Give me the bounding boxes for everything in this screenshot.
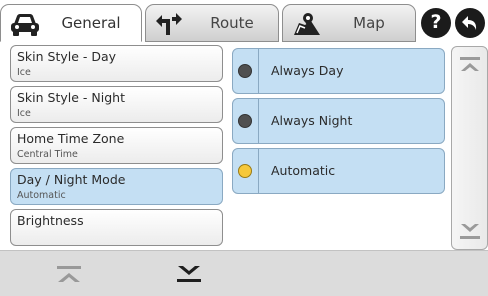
back-arrow-icon — [462, 16, 477, 30]
setting-skin-style-day[interactable]: Skin Style - Day Ice — [10, 45, 223, 82]
option-always-night[interactable]: Always Night — [232, 98, 445, 144]
radio-on-icon — [238, 164, 252, 178]
scroll-column — [451, 46, 488, 250]
setting-value: Automatic — [17, 190, 66, 201]
back-button[interactable] — [455, 8, 485, 38]
setting-skin-style-night[interactable]: Skin Style - Night Ice — [10, 86, 223, 123]
option-automatic[interactable]: Automatic — [232, 148, 445, 194]
page-bottom-icon[interactable] — [174, 263, 204, 285]
radio-cell — [233, 149, 259, 193]
tab-route-label: Route — [210, 14, 254, 32]
tab-general-label: General — [61, 14, 121, 32]
page-top-icon[interactable] — [54, 263, 84, 285]
tab-route[interactable]: Route — [145, 4, 279, 42]
setting-brightness[interactable]: Brightness — [10, 209, 223, 246]
setting-day-night-mode[interactable]: Day / Night Mode Automatic — [10, 168, 223, 205]
car-icon — [9, 11, 41, 37]
option-label: Always Day — [271, 63, 344, 78]
setting-home-time-zone[interactable]: Home Time Zone Central Time — [10, 127, 223, 164]
setting-title: Home Time Zone — [17, 131, 125, 146]
tab-general[interactable]: General — [0, 4, 142, 42]
option-always-day[interactable]: Always Day — [232, 48, 445, 94]
setting-title: Day / Night Mode — [17, 172, 126, 187]
option-label: Always Night — [271, 113, 353, 128]
radio-cell — [233, 49, 259, 93]
setting-value: Ice — [17, 67, 31, 78]
bottom-bar — [0, 250, 488, 296]
scroll-up-icon[interactable] — [458, 55, 482, 75]
tab-map[interactable]: Map — [282, 4, 416, 42]
help-icon: ? — [430, 11, 442, 33]
option-label: Automatic — [271, 163, 336, 178]
setting-value: Central Time — [17, 149, 78, 160]
tab-map-label: Map — [353, 14, 385, 32]
map-pin-icon — [291, 11, 323, 37]
setting-value: Ice — [17, 108, 31, 119]
setting-title: Skin Style - Night — [17, 90, 125, 105]
radio-off-icon — [238, 114, 252, 128]
setting-title: Skin Style - Day — [17, 49, 117, 64]
radio-cell — [233, 99, 259, 143]
turn-arrow-icon — [154, 11, 186, 37]
radio-off-icon — [238, 64, 252, 78]
setting-title: Brightness — [17, 213, 84, 228]
help-button[interactable]: ? — [421, 8, 451, 38]
scroll-down-icon[interactable] — [458, 221, 482, 241]
tab-bar: General Route Map ? — [0, 0, 488, 45]
